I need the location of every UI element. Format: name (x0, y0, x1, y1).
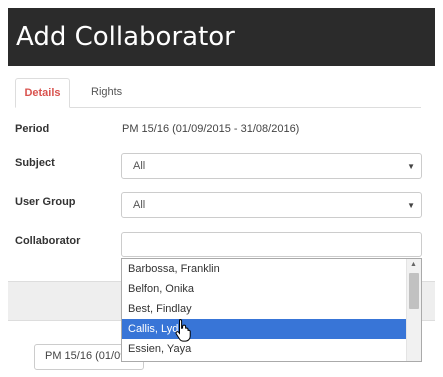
collaborator-option[interactable]: Essien, Yaya (122, 339, 407, 359)
collaborator-option[interactable]: Barbossa, Franklin (122, 259, 407, 279)
hand-pointer-icon (175, 318, 191, 342)
scroll-thumb[interactable] (409, 273, 419, 309)
page-title: Add Collaborator (16, 22, 235, 52)
tab-rights[interactable]: Rights (81, 78, 132, 108)
title-bar: Add Collaborator (8, 8, 435, 66)
period-label: Period (15, 123, 50, 135)
user-group-label: User Group (15, 196, 76, 208)
user-group-selected-value: All (133, 199, 146, 211)
collaborator-dropdown[interactable]: Barbossa, Franklin Belfon, Onika Best, F… (121, 258, 422, 362)
subject-select[interactable]: All ▼ (121, 153, 422, 179)
subject-selected-value: All (133, 160, 146, 172)
collaborator-option[interactable]: Best, Findlay (122, 299, 407, 319)
tab-details[interactable]: Details (15, 78, 70, 108)
collaborator-input[interactable] (121, 232, 422, 257)
collaborator-option-highlighted[interactable]: Callis, Lydia (122, 319, 407, 339)
dropdown-scrollbar[interactable]: ▲ (406, 259, 421, 361)
tab-bar: Details Rights (15, 78, 421, 108)
scroll-up-arrow-icon[interactable]: ▲ (410, 261, 417, 268)
user-group-select[interactable]: All ▼ (121, 192, 422, 218)
period-value: PM 15/16 (01/09/2015 - 31/08/2016) (122, 123, 300, 135)
subject-label: Subject (15, 157, 55, 169)
collaborator-label: Collaborator (15, 235, 81, 247)
collaborator-options-list: Barbossa, Franklin Belfon, Onika Best, F… (122, 259, 407, 359)
caret-down-icon: ▼ (407, 201, 415, 210)
collaborator-option[interactable]: Belfon, Onika (122, 279, 407, 299)
caret-down-icon: ▼ (407, 162, 415, 171)
